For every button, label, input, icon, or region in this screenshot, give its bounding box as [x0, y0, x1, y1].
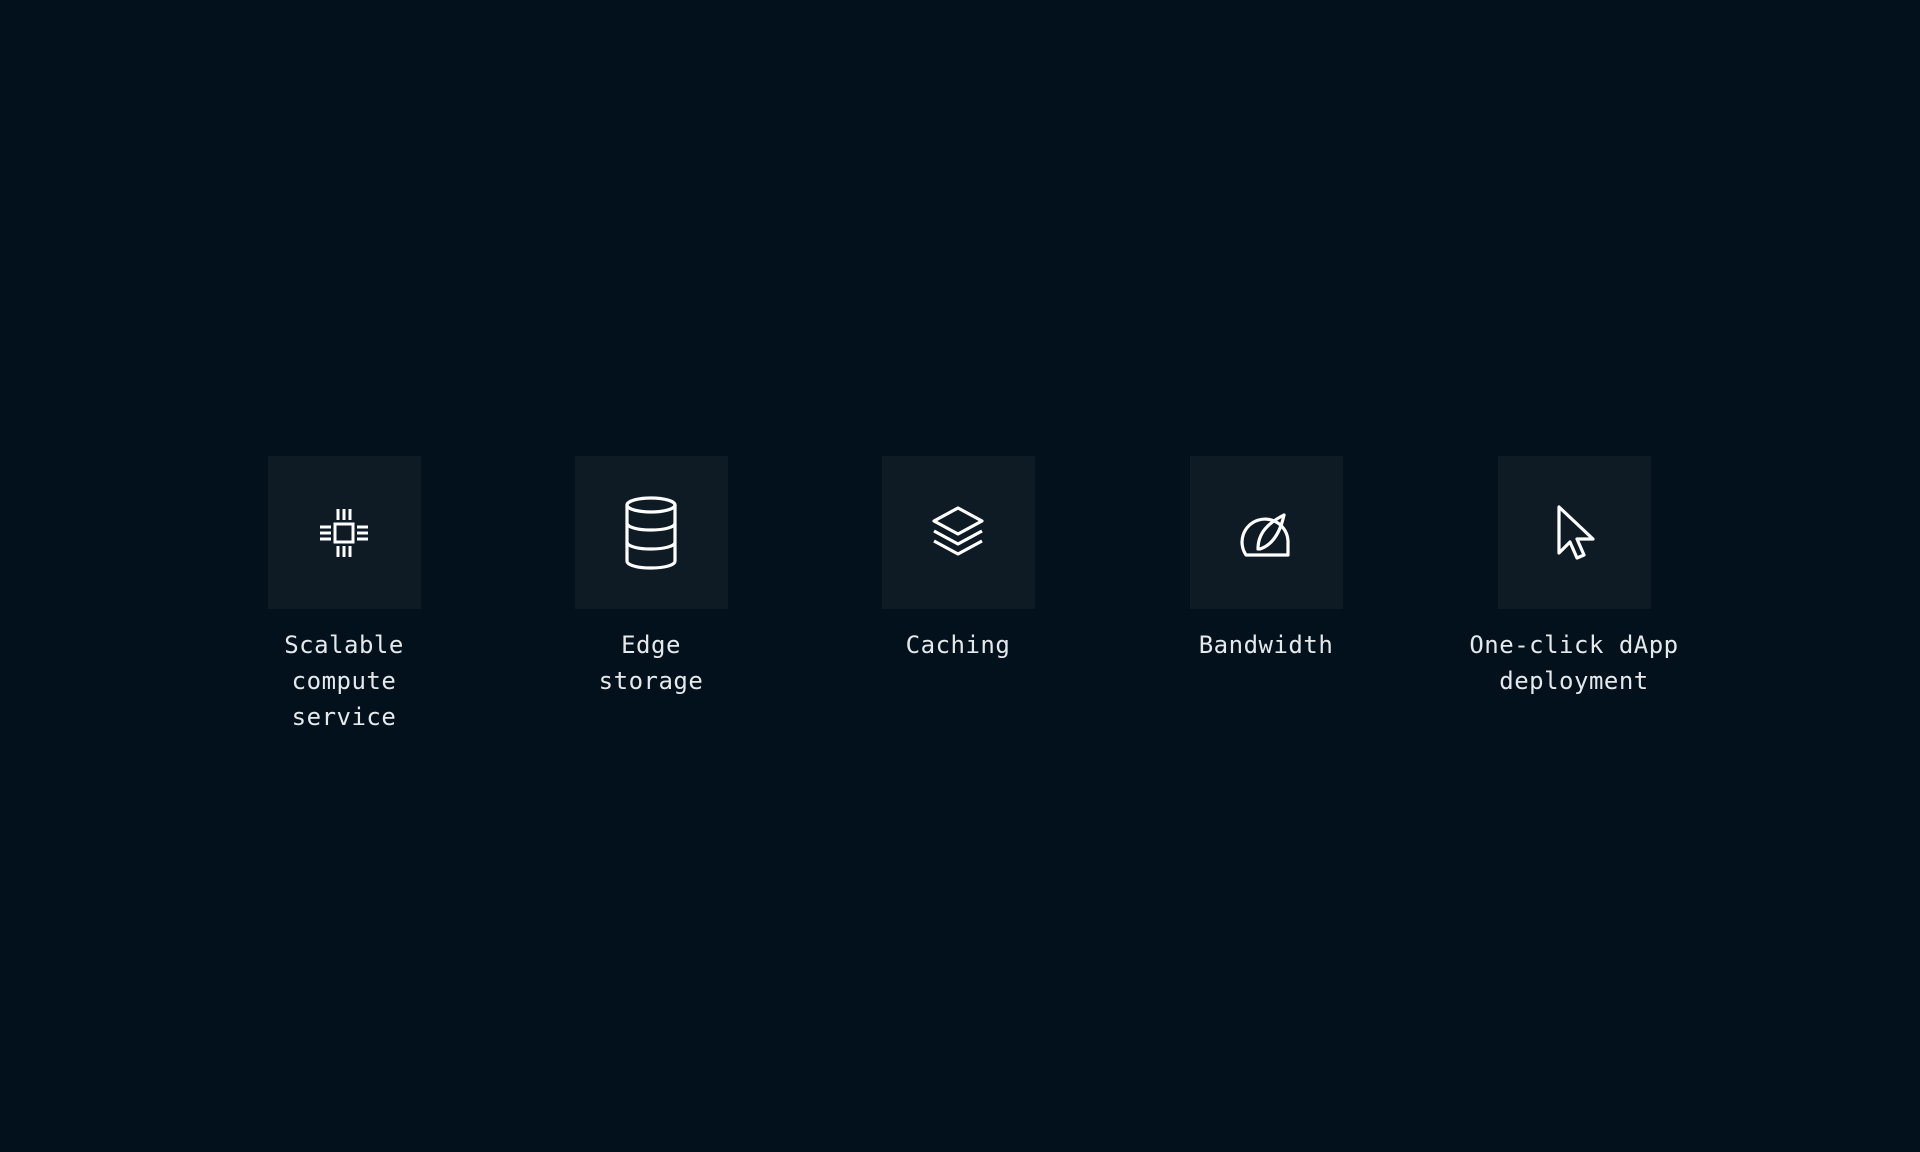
feature-tile-storage[interactable]	[574, 456, 728, 609]
feature-item-storage: Edge storage	[526, 456, 776, 699]
cursor-pointer-icon	[1557, 504, 1595, 560]
speedometer-icon	[1240, 512, 1290, 557]
database-icon	[625, 495, 677, 570]
feature-tile-deployment[interactable]	[1497, 456, 1651, 609]
feature-label-caching: Caching	[905, 631, 1011, 659]
feature-label-deployment: One-click dApp deployment	[1469, 631, 1679, 695]
feature-item-compute: Scalable compute service	[219, 456, 469, 735]
cpu-chip-icon	[320, 508, 368, 557]
feature-label-compute: Scalable compute service	[284, 631, 404, 731]
features-section: Scalable compute service Edge storage Ca…	[0, 0, 1920, 1152]
feature-tile-compute[interactable]	[267, 456, 421, 609]
feature-label-bandwidth: Bandwidth	[1198, 631, 1334, 659]
layers-icon	[932, 505, 984, 556]
feature-tile-caching[interactable]	[881, 456, 1035, 609]
feature-item-caching: Caching	[833, 456, 1083, 663]
feature-item-bandwidth: Bandwidth	[1141, 456, 1391, 663]
feature-tile-bandwidth[interactable]	[1189, 456, 1343, 609]
feature-label-storage: Edge storage	[598, 631, 704, 695]
feature-item-deployment: One-click dApp deployment	[1449, 456, 1699, 699]
